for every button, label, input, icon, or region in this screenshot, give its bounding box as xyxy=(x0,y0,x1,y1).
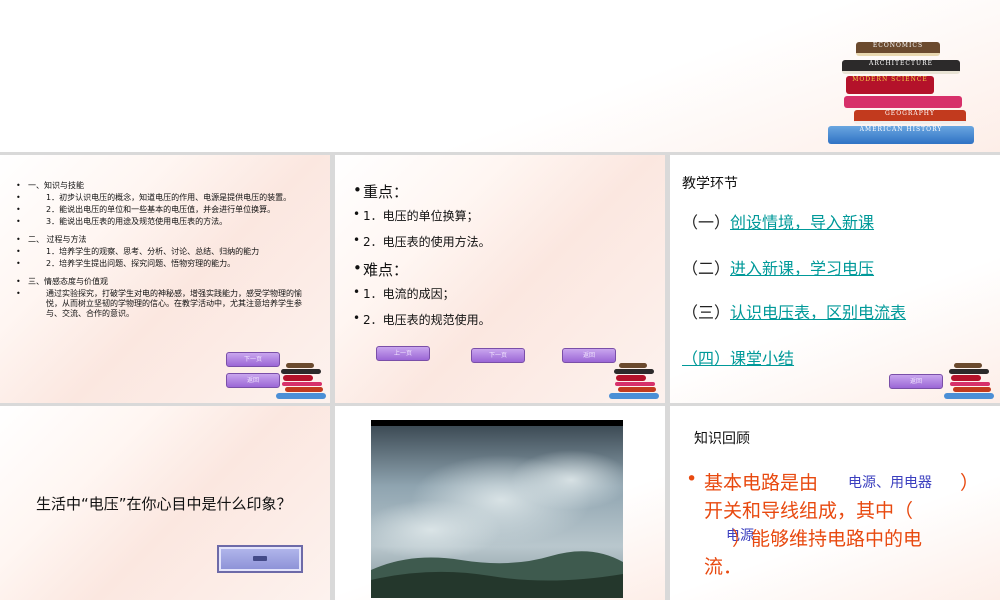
book-geography: GEOGRAPHY xyxy=(854,110,966,124)
book-architecture: ARCHITECTURE xyxy=(842,60,960,74)
book-modern-science: MODERN SCIENCE xyxy=(846,76,934,94)
next-page-button[interactable]: 下一页 xyxy=(471,348,525,363)
question-text: 生活中“电压”在你心目中是什么印象？ xyxy=(36,495,292,513)
slide-5-thumbnail[interactable]: 生活中“电压”在你心目中是什么印象？ xyxy=(0,406,330,600)
objective-item: 2．能说出电压的单位和一些基本的电压值，并会进行单位换算。 xyxy=(16,205,316,215)
book-magenta xyxy=(844,96,962,108)
video-frame[interactable] xyxy=(371,420,623,598)
review-text-line4: 流． xyxy=(704,556,743,578)
back-button[interactable]: 返回 xyxy=(562,348,616,363)
slide-title: 知识回顾 xyxy=(694,431,750,447)
books-stack-icon xyxy=(944,363,994,401)
step-4[interactable]: （四）课堂小结 xyxy=(682,345,794,369)
book-magenta xyxy=(950,382,990,386)
objective-heading: 二、 过程与方法 xyxy=(16,235,316,245)
next-page-button[interactable]: 下一页 xyxy=(226,352,280,367)
button-icon xyxy=(253,556,267,561)
slide-7-thumbnail[interactable]: 知识回顾 • 基本电路是由 ） 电源、用电器 开关和导线组成，其中（ 电源 ）能… xyxy=(670,406,1000,600)
step-2[interactable]: （二）进入新课，学习电压 xyxy=(682,255,874,279)
slide-1-thumbnail[interactable]: ECONOMICS ARCHITECTURE MODERN SCIENCE GE… xyxy=(0,0,1000,152)
book-modern-science xyxy=(283,375,313,381)
step-link[interactable]: 创设情境，导入新课 xyxy=(730,213,874,232)
step-link[interactable]: 进入新课，学习电压 xyxy=(730,259,874,278)
book-magenta xyxy=(615,382,655,386)
step-number: （三） xyxy=(682,303,731,322)
book-geography xyxy=(953,387,991,392)
book-modern-science xyxy=(951,375,981,381)
book-geography xyxy=(618,387,656,392)
objectives-list: 一、知识与技能 1．初步认识电压的概念，知道电压的作用、电源是提供电压的装置。 … xyxy=(16,181,316,321)
step-number: （四） xyxy=(682,349,731,368)
review-text-line1a: 基本电路是由 xyxy=(704,472,819,494)
book-american-history xyxy=(944,393,994,399)
book-american-history xyxy=(276,393,326,399)
slide-4-thumbnail[interactable]: 教学环节 （一）创设情境，导入新课 （二）进入新课，学习电压 （三）认识电压表，… xyxy=(670,155,1000,403)
step-link[interactable]: （四）课堂小结 xyxy=(682,349,794,368)
objective-item: 1．初步认识电压的概念，知道电压的作用、电源是提供电压的装置。 xyxy=(16,193,316,203)
book-architecture xyxy=(281,369,321,374)
slide-title: 教学环节 xyxy=(682,176,738,192)
key-point-item: 1．电压的单位换算； xyxy=(353,207,653,224)
previous-page-button[interactable]: 上一页 xyxy=(376,346,430,361)
back-button[interactable]: 返回 xyxy=(226,373,280,388)
step-text: 课堂小结 xyxy=(730,349,795,368)
objective-item: 3．能说出电压表的用途及规范使用电压表的方法。 xyxy=(16,217,316,227)
books-stack-icon: ECONOMICS ARCHITECTURE MODERN SCIENCE GE… xyxy=(826,40,976,148)
book-modern-science xyxy=(616,375,646,381)
objective-item: 1．培养学生的观察、思考、分析、讨论、总结、归纳的能力 xyxy=(16,247,316,257)
slide-2-thumbnail[interactable]: 一、知识与技能 1．初步认识电压的概念，知道电压的作用、电源是提供电压的装置。 … xyxy=(0,155,330,403)
difficult-point-item: 2．电压表的规范使用。 xyxy=(353,311,653,328)
book-magenta xyxy=(282,382,322,386)
review-text-line1b: ） xyxy=(960,472,980,494)
answer-1: 电源、用电器 xyxy=(848,475,932,491)
book-american-history: AMERICAN HISTORY xyxy=(828,126,974,144)
play-button[interactable] xyxy=(217,545,303,573)
objective-heading: 一、知识与技能 xyxy=(16,181,316,191)
slide-6-thumbnail[interactable] xyxy=(335,406,665,600)
key-point-item: 2．电压表的使用方法。 xyxy=(353,233,653,250)
bullet: • xyxy=(686,468,698,490)
review-text-line3: ）能够维持电路中的电 xyxy=(732,528,923,550)
objective-item: 通过实验探究，打破学生对电的神秘感，增强实践能力，感受学物理的愉悦，从而树立坚韧… xyxy=(16,289,316,319)
book-geography xyxy=(285,387,323,392)
book-economics xyxy=(286,363,314,368)
book-architecture xyxy=(614,369,654,374)
review-text-line2: 开关和导线组成，其中（ xyxy=(704,500,914,522)
objective-item: 2．培养学生提出问题、探究问题、悟物穷理的能力。 xyxy=(16,259,316,269)
step-number: （二） xyxy=(682,259,731,278)
book-economics xyxy=(954,363,982,368)
objective-heading: 三、情感态度与价值观 xyxy=(16,277,316,287)
book-architecture xyxy=(949,369,989,374)
step-3[interactable]: （三）认识电压表，区别电流表 xyxy=(682,299,906,323)
difficult-point-item: 1．电流的成因； xyxy=(353,285,653,302)
cloudy-sky-image xyxy=(371,420,623,598)
book-economics xyxy=(619,363,647,368)
book-american-history xyxy=(609,393,659,399)
back-button[interactable]: 返回 xyxy=(889,374,943,389)
difficult-points-title: 难点： xyxy=(353,259,653,280)
key-points-list: 重点： 1．电压的单位换算； 2．电压表的使用方法。 难点： 1．电流的成因； … xyxy=(353,181,653,337)
step-link[interactable]: 认识电压表，区别电流表 xyxy=(730,303,906,322)
step-number: （一） xyxy=(682,213,731,232)
key-points-title: 重点： xyxy=(353,181,653,202)
books-stack-icon xyxy=(276,363,326,401)
step-1[interactable]: （一）创设情境，导入新课 xyxy=(682,209,874,233)
books-stack-icon xyxy=(609,363,659,401)
book-economics: ECONOMICS xyxy=(856,42,940,56)
slide-3-thumbnail[interactable]: 重点： 1．电压的单位换算； 2．电压表的使用方法。 难点： 1．电流的成因； … xyxy=(335,155,665,403)
